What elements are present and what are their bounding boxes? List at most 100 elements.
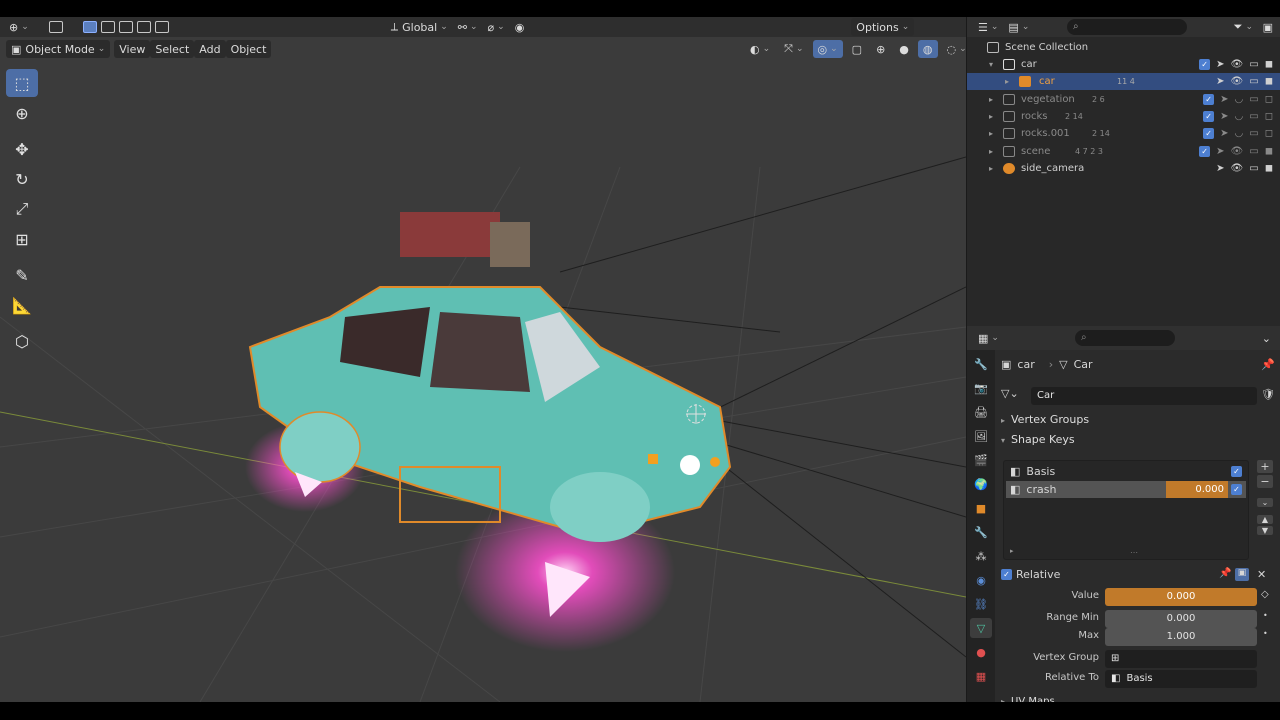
view-layer-tab-icon[interactable]: 🖼 <box>970 426 992 446</box>
exclude-checkbox[interactable]: ✓ <box>1203 111 1215 122</box>
exclude-checkbox[interactable]: ✓ <box>1199 146 1211 157</box>
mode-intersect-icon[interactable] <box>154 21 169 33</box>
properties-options-icon[interactable]: ⌄ <box>1257 329 1276 347</box>
eye-icon[interactable]: 👁 <box>1231 163 1244 174</box>
remove-shape-key-icon[interactable]: − <box>1257 475 1273 488</box>
output-tab-icon[interactable]: 🖨 <box>970 402 992 422</box>
add-cube-tool-icon[interactable]: ⬡ <box>6 327 38 355</box>
menu-select[interactable]: Select <box>150 40 195 58</box>
render-tab-icon[interactable]: 📷 <box>970 378 992 398</box>
select-icon[interactable]: ➤ <box>1216 146 1224 157</box>
outliner-scene-collection[interactable]: Scene Collection <box>967 39 1280 56</box>
exclude-checkbox[interactable]: ✓ <box>1203 94 1215 105</box>
menu-object[interactable]: Object <box>225 40 272 58</box>
pin-shape-key-icon[interactable]: 📌 <box>1219 568 1231 579</box>
keyframe-icon[interactable]: ◇ <box>1261 589 1269 600</box>
relative-to-field[interactable]: ◧ Basis <box>1105 670 1257 688</box>
selection-modes[interactable] <box>76 18 176 36</box>
texture-tab-icon[interactable]: ▦ <box>970 666 992 686</box>
visibility-icon[interactable]: ◐ <box>745 40 775 58</box>
select-icon[interactable]: ➤ <box>1220 94 1228 105</box>
outliner-row-rocks-001[interactable]: ▸ rocks.001 2 14 ✓ ➤ ◡ ▭ ◻ <box>967 125 1280 142</box>
snapping-toggle[interactable]: ⌀ <box>483 18 510 36</box>
expand-arrow-icon[interactable]: ▸ <box>989 112 993 121</box>
select-icon[interactable]: ➤ <box>1216 76 1224 87</box>
render-icon[interactable]: ◻ <box>1265 111 1273 122</box>
outliner-row-car-collection[interactable]: ▾ car ✓ ➤ 👁 ▭ ◼ <box>967 56 1280 73</box>
add-shape-key-icon[interactable]: + <box>1257 460 1273 473</box>
relative-checkbox-row[interactable]: ✓ Relative <box>1001 568 1060 581</box>
menu-view[interactable]: View <box>114 40 151 58</box>
options-dropdown[interactable]: Options <box>851 18 915 36</box>
scene-tab-icon[interactable]: 🎬 <box>970 450 992 470</box>
eye-icon[interactable]: 👁 <box>1231 59 1244 70</box>
expand-arrow-icon[interactable]: ▸ <box>1005 77 1009 86</box>
render-icon[interactable]: ◻ <box>1265 128 1273 139</box>
max-field[interactable]: 1.000 <box>1105 628 1257 646</box>
menu-add[interactable]: Add <box>194 40 226 58</box>
mode-extend-icon[interactable] <box>100 21 115 33</box>
viewport-icon[interactable]: ▭ <box>1249 76 1258 87</box>
shape-key-row-basis[interactable]: ◧ Basis ✓ <box>1006 463 1246 480</box>
fake-user-icon[interactable]: 🛡 <box>1261 388 1275 401</box>
viewport-icon[interactable]: ▭ <box>1249 111 1258 122</box>
shading-rendered-icon[interactable]: ◌ <box>942 40 966 58</box>
viewport-icon[interactable]: ▭ <box>1249 163 1258 174</box>
eye-closed-icon[interactable]: ◡ <box>1235 111 1244 122</box>
expand-arrow-icon[interactable]: ▸ <box>989 95 993 104</box>
overlays-icon[interactable]: ◎ <box>812 40 843 58</box>
range-min-keyframe-icon[interactable]: • <box>1263 611 1268 620</box>
render-icon[interactable]: ◼ <box>1265 163 1273 174</box>
properties-editor-type-icon[interactable]: ▦ <box>973 329 1004 347</box>
mode-difference-icon[interactable] <box>136 21 151 33</box>
expand-arrow-icon[interactable]: ▸ <box>989 129 993 138</box>
transform-orientation-dropdown[interactable]: ⟂ Global <box>386 18 453 36</box>
transform-tool-icon[interactable]: ⊞ <box>6 225 38 253</box>
select-icon[interactable]: ➤ <box>1220 111 1228 122</box>
list-filter-arrow-icon[interactable]: ▸ <box>1010 547 1014 555</box>
material-tab-icon[interactable]: ● <box>970 642 992 662</box>
move-down-icon[interactable]: ▼ <box>1257 526 1273 535</box>
filter-icon[interactable]: ⏷ <box>1229 18 1258 36</box>
shape-key-list[interactable]: ◧ Basis ✓ ◧ crash 0.000 ✓ ▸ ⋯ <box>1003 460 1249 560</box>
viewport-icon[interactable]: ▭ <box>1249 94 1258 105</box>
relative-checkbox[interactable]: ✓ <box>1001 569 1012 580</box>
object-tab-icon[interactable]: ■ <box>970 498 992 518</box>
mode-new-icon[interactable] <box>82 21 97 33</box>
move-up-icon[interactable]: ▲ <box>1257 515 1273 524</box>
shape-key-mute-checkbox[interactable]: ✓ <box>1231 466 1242 477</box>
shape-keys-section[interactable]: ▾ Shape Keys <box>1001 433 1075 446</box>
proportional-editing-toggle[interactable]: ◉ <box>510 18 530 36</box>
properties-search-input[interactable]: ⌕ <box>1075 330 1175 346</box>
editor-type-button[interactable]: ⊕ <box>4 18 34 36</box>
outliner-row-rocks[interactable]: ▸ rocks 2 14 ✓ ➤ ◡ ▭ ◻ <box>967 108 1280 125</box>
3d-viewport[interactable]: ⊕ ⟂Global ⚯ ⌀ ◉ Options ▣Object Mode Vie… <box>0 17 966 702</box>
world-tab-icon[interactable]: 🌍 <box>970 474 992 494</box>
data-tab-icon[interactable]: ▽ <box>970 618 992 638</box>
rotate-tool-icon[interactable]: ↻ <box>6 165 38 193</box>
render-icon[interactable]: ◼ <box>1265 76 1273 87</box>
outliner-row-vegetation[interactable]: ▸ vegetation 2 6 ✓ ➤ ◡ ▭ ◻ <box>967 91 1280 108</box>
shading-material-icon[interactable]: ◍ <box>917 40 938 58</box>
list-resize-handle-icon[interactable]: ⋯ <box>1130 548 1138 557</box>
range-min-field[interactable]: 0.000 <box>1105 610 1257 628</box>
move-tool-icon[interactable]: ✥ <box>6 135 38 163</box>
pin-icon[interactable]: 📌 <box>1261 358 1275 371</box>
mode-dropdown[interactable]: ▣ Object Mode <box>6 40 111 58</box>
render-icon[interactable]: ◻ <box>1265 94 1273 105</box>
shape-key-row-crash[interactable]: ◧ crash 0.000 ✓ <box>1006 481 1246 498</box>
shading-solid-icon[interactable]: ● <box>894 40 914 58</box>
viewport-icon[interactable]: ▭ <box>1249 59 1258 70</box>
select-box-tool-icon[interactable]: ⬚ <box>6 69 38 97</box>
specials-menu-icon[interactable]: ⌄ <box>1257 498 1273 507</box>
shape-key-value-field[interactable]: 0.000 <box>1166 481 1228 498</box>
constraints-tab-icon[interactable]: ⛓ <box>970 594 992 614</box>
annotate-tool-icon[interactable]: ✎ <box>6 261 38 289</box>
shading-wireframe-icon[interactable]: ⊕ <box>871 40 890 58</box>
eye-closed-icon[interactable]: ◡ <box>1235 94 1244 105</box>
exclude-checkbox[interactable]: ✓ <box>1203 128 1215 139</box>
outliner-row-car-object[interactable]: ▸ car 11 4 ➤ 👁 ▭ ◼ <box>967 73 1280 90</box>
select-icon[interactable]: ➤ <box>1216 163 1224 174</box>
max-keyframe-icon[interactable]: • <box>1263 629 1268 638</box>
value-field[interactable]: 0.000 <box>1105 588 1257 606</box>
